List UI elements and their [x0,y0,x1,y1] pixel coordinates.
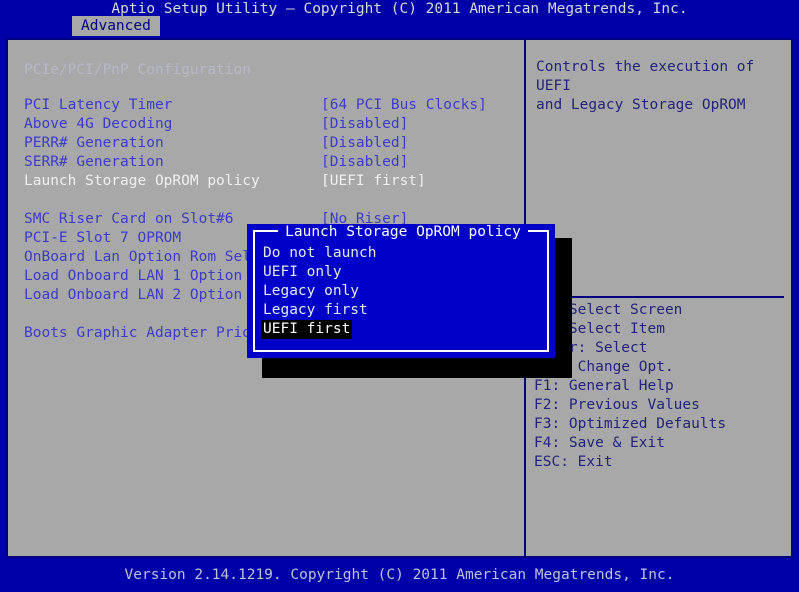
legend-row: F2: Previous Values [534,396,700,415]
setting-row[interactable]: SERR# Generation [Disabled] [8,153,524,172]
legend-key: ESC [534,454,561,470]
legend-key: F3 [534,416,552,432]
dialog-title: Launch Storage OpROM policy [255,223,551,242]
legend-description: : Optimized Defaults [551,416,727,432]
setting-label: SMC Riser Card on Slot#6 [24,211,234,227]
legend-row: F1: General Help [534,377,674,396]
legend-description: : Exit [560,454,613,470]
setting-value[interactable]: [Disabled] [321,153,408,172]
setting-row[interactable]: PERR# Generation [Disabled] [8,134,524,153]
legend-row: ESC: Exit [534,453,613,472]
dropdown-option[interactable]: UEFI only [261,263,344,282]
legend-description: : General Help [551,378,674,394]
legend-row: F3: Optimized Defaults [534,415,726,434]
legend-description: : Change Opt. [560,359,674,375]
dropdown-option[interactable]: Do not launch [261,244,379,263]
setting-label: Launch Storage OpROM policy [24,173,260,189]
dialog-title-text: Launch Storage OpROM policy [278,224,528,240]
legend-row: F4: Save & Exit [534,434,665,453]
setting-value[interactable]: [Disabled] [321,134,408,153]
dropdown-option-selected[interactable]: UEFI first [261,320,353,339]
setting-value[interactable]: [Disabled] [321,115,408,134]
setting-label: Load Onboard LAN 2 Option ROM [24,287,278,303]
setting-value[interactable]: [64 PCI Bus Clocks] [321,96,487,115]
setting-label: SERR# Generation [24,154,164,170]
menu-tab-bar: Advanced [0,16,799,36]
legend-description: : Select [577,340,648,356]
legend-description: : Previous Values [551,397,700,413]
legend-description: : Save & Exit [551,435,665,451]
legend-key: F1 [534,378,552,394]
setting-label: PCI-E Slot 7 OPROM [24,230,182,246]
setting-label: OnBoard Lan Option Rom Select [24,249,278,265]
setting-label: PERR# Generation [24,135,164,151]
setting-label: PCI Latency Timer [24,97,173,113]
setting-label: Above 4G Decoding [24,116,173,132]
version-statusbar: Version 2.14.1219. Copyright (C) 2011 Am… [0,558,799,586]
setting-row[interactable]: Launch Storage OpROM policy [UEFI first] [8,172,524,191]
tab-advanced[interactable]: Advanced [72,16,160,36]
dropdown-option[interactable]: Legacy first [261,301,370,320]
setting-row[interactable]: PCI Latency Timer [64 PCI Bus Clocks] [8,96,524,115]
legend-key: F2 [534,397,552,413]
bios-setup-screen: Aptio Setup Utility – Copyright (C) 2011… [0,0,799,586]
setting-row[interactable]: Above 4G Decoding [Disabled] [8,115,524,134]
setting-label: Load Onboard LAN 1 Option ROM [24,268,278,284]
dropdown-option[interactable]: Legacy only [261,282,361,301]
help-description: Controls the execution of UEFI and Legac… [536,59,755,113]
setting-value[interactable]: [UEFI first] [321,172,426,191]
section-title: PCIe/PCI/PnP Configuration [24,62,251,78]
legend-key: F4 [534,435,552,451]
